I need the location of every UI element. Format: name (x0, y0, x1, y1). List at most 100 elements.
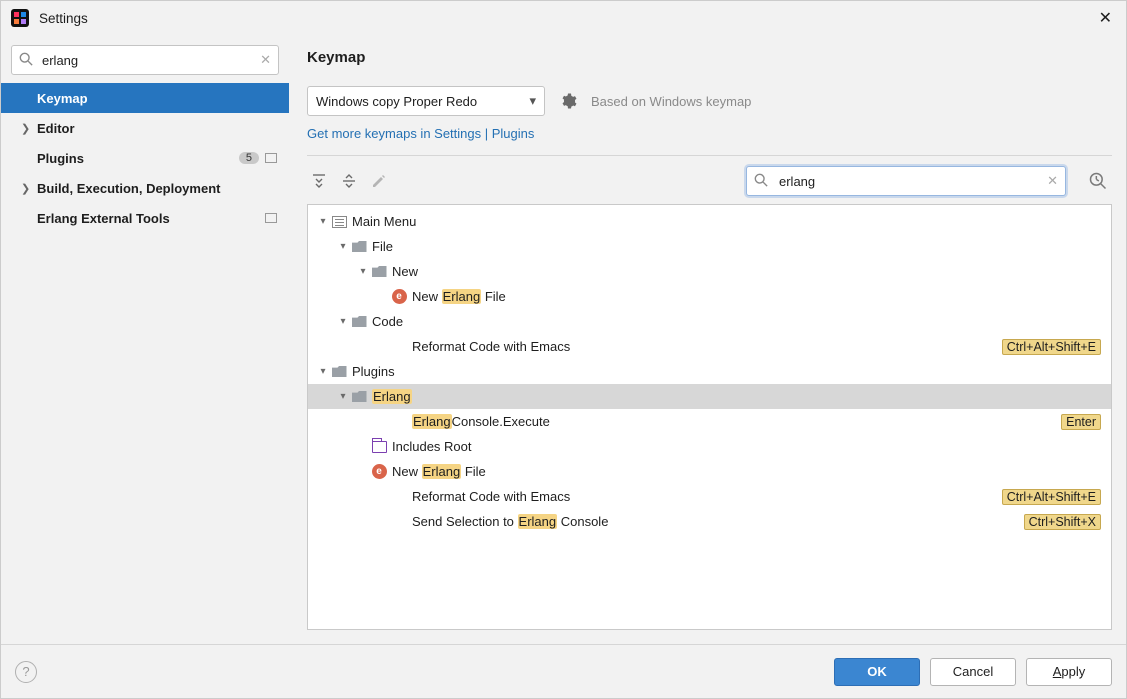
twisty-icon: ▾ (316, 366, 330, 377)
tree-label: Send Selection to Erlang Console (412, 514, 1024, 529)
menu-icon (330, 214, 348, 230)
shortcut-badge: Ctrl+Alt+Shift+E (1002, 489, 1101, 505)
expand-all-icon[interactable] (311, 173, 329, 189)
nav-label: Editor (37, 121, 277, 136)
cancel-button[interactable]: Cancel (930, 658, 1016, 686)
tree-label: ErlangConsole.Execute (412, 414, 1061, 429)
search-icon (754, 173, 768, 187)
shortcut-badge: Ctrl+Shift+X (1024, 514, 1101, 530)
tree-label: Plugins (352, 364, 1101, 379)
tree-row[interactable]: e New Erlang File (308, 284, 1111, 309)
nav-item-build[interactable]: ❯ Build, Execution, Deployment (1, 173, 289, 203)
folder-icon (350, 314, 368, 330)
shortcut-badge: Enter (1061, 414, 1101, 430)
based-on-text: Based on Windows keymap (591, 94, 751, 109)
page-title: Keymap (307, 49, 1112, 66)
apply-button[interactable]: Apply (1026, 658, 1112, 686)
chevron-down-icon: ▾ (529, 93, 536, 109)
main-area: ✕ Keymap ❯ Editor Plugins 5 ❯ Build, Exe… (1, 35, 1126, 644)
tree-row[interactable]: ▾ Main Menu (308, 209, 1111, 234)
tree-row[interactable]: Reformat Code with EmacsCtrl+Alt+Shift+E (308, 484, 1111, 509)
folder-icon (370, 264, 388, 280)
tree-row[interactable]: Reformat Code with EmacsCtrl+Alt+Shift+E (308, 334, 1111, 359)
find-by-shortcut-icon[interactable] (1088, 171, 1108, 191)
nav-label: Keymap (37, 91, 277, 106)
content-pane: Keymap Windows copy Proper Redo ▾ Based … (289, 35, 1126, 644)
erlang-file-icon: e (390, 289, 408, 305)
twisty-icon: ▾ (336, 391, 350, 402)
tree-row[interactable]: ▾ File (308, 234, 1111, 259)
twisty-icon: ▾ (356, 266, 370, 277)
clear-icon[interactable]: ✕ (260, 52, 271, 68)
nav-label: Plugins (37, 151, 239, 166)
tree-label: Includes Root (392, 439, 1101, 454)
folder-icon (330, 364, 348, 380)
tree-label: Main Menu (352, 214, 1101, 229)
tree-label: Erlang (372, 389, 1101, 404)
tree-label: File (372, 239, 1101, 254)
nav-label: Erlang External Tools (37, 211, 265, 226)
tree-label: New Erlang File (412, 289, 1101, 304)
includes-root-icon (370, 439, 388, 455)
nav-item-plugins[interactable]: Plugins 5 (1, 143, 289, 173)
sidebar: ✕ Keymap ❯ Editor Plugins 5 ❯ Build, Exe… (1, 35, 289, 644)
settings-search: ✕ (11, 45, 279, 75)
keymap-dropdown-value: Windows copy Proper Redo (316, 94, 477, 109)
tree-label: New (392, 264, 1101, 279)
settings-nav: Keymap ❯ Editor Plugins 5 ❯ Build, Execu… (1, 83, 289, 233)
keymap-tree[interactable]: ▾ Main Menu ▾ File ▾ New e New Erlang File ▾ Code… (307, 204, 1112, 630)
dialog-footer: ? OK Cancel Apply (1, 644, 1126, 698)
help-icon[interactable]: ? (15, 661, 37, 683)
tree-row[interactable]: ▾ Plugins (308, 359, 1111, 384)
search-icon (19, 52, 33, 66)
tree-label: Reformat Code with Emacs (412, 339, 1002, 354)
gear-icon[interactable] (559, 92, 577, 110)
tree-row[interactable]: ▾ New (308, 259, 1111, 284)
tree-row[interactable]: ▾ Erlang (308, 384, 1111, 409)
tree-row[interactable]: ErlangConsole.ExecuteEnter (308, 409, 1111, 434)
tree-label: Reformat Code with Emacs (412, 489, 1002, 504)
close-icon[interactable]: ✕ (1095, 4, 1116, 32)
plugins-badge: 5 (239, 152, 259, 164)
action-search-input[interactable] (746, 166, 1066, 196)
twisty-icon: ▾ (336, 316, 350, 327)
project-level-icon (265, 213, 277, 223)
tree-label: New Erlang File (392, 464, 1101, 479)
twisty-icon: ▾ (316, 216, 330, 227)
titlebar: Settings ✕ (1, 1, 1126, 35)
blank-icon (390, 339, 408, 355)
blank-icon (390, 514, 408, 530)
chevron-right-icon: ❯ (21, 122, 30, 135)
tree-label: Code (372, 314, 1101, 329)
tree-row[interactable]: e New Erlang File (308, 459, 1111, 484)
nav-item-editor[interactable]: ❯ Editor (1, 113, 289, 143)
blank-icon (390, 489, 408, 505)
ok-button[interactable]: OK (834, 658, 920, 686)
get-keymaps-link[interactable]: Get more keymaps in Settings | Plugins (307, 126, 534, 141)
nav-item-keymap[interactable]: Keymap (1, 83, 289, 113)
keymap-dropdown[interactable]: Windows copy Proper Redo ▾ (307, 86, 545, 116)
separator (307, 155, 1112, 156)
edit-shortcut-icon[interactable] (371, 173, 389, 189)
project-level-icon (265, 153, 277, 163)
chevron-right-icon: ❯ (21, 182, 30, 195)
app-logo-icon (11, 9, 29, 27)
collapse-all-icon[interactable] (341, 173, 359, 189)
keymap-toolbar: ✕ (307, 162, 1112, 204)
tree-row[interactable]: ▾ Code (308, 309, 1111, 334)
tree-row[interactable]: Includes Root (308, 434, 1111, 459)
window-title: Settings (39, 11, 1095, 26)
nav-item-erlang-tools[interactable]: Erlang External Tools (1, 203, 289, 233)
folder-icon (350, 239, 368, 255)
erlang-file-icon: e (370, 464, 388, 480)
shortcut-badge: Ctrl+Alt+Shift+E (1002, 339, 1101, 355)
settings-search-input[interactable] (11, 45, 279, 75)
clear-icon[interactable]: ✕ (1047, 173, 1058, 189)
blank-icon (390, 414, 408, 430)
tree-row[interactable]: Send Selection to Erlang ConsoleCtrl+Shi… (308, 509, 1111, 534)
folder-icon (350, 389, 368, 405)
nav-label: Build, Execution, Deployment (37, 181, 277, 196)
get-keymaps-link-row: Get more keymaps in Settings | Plugins (307, 126, 1112, 141)
twisty-icon: ▾ (336, 241, 350, 252)
action-search: ✕ (746, 166, 1066, 196)
